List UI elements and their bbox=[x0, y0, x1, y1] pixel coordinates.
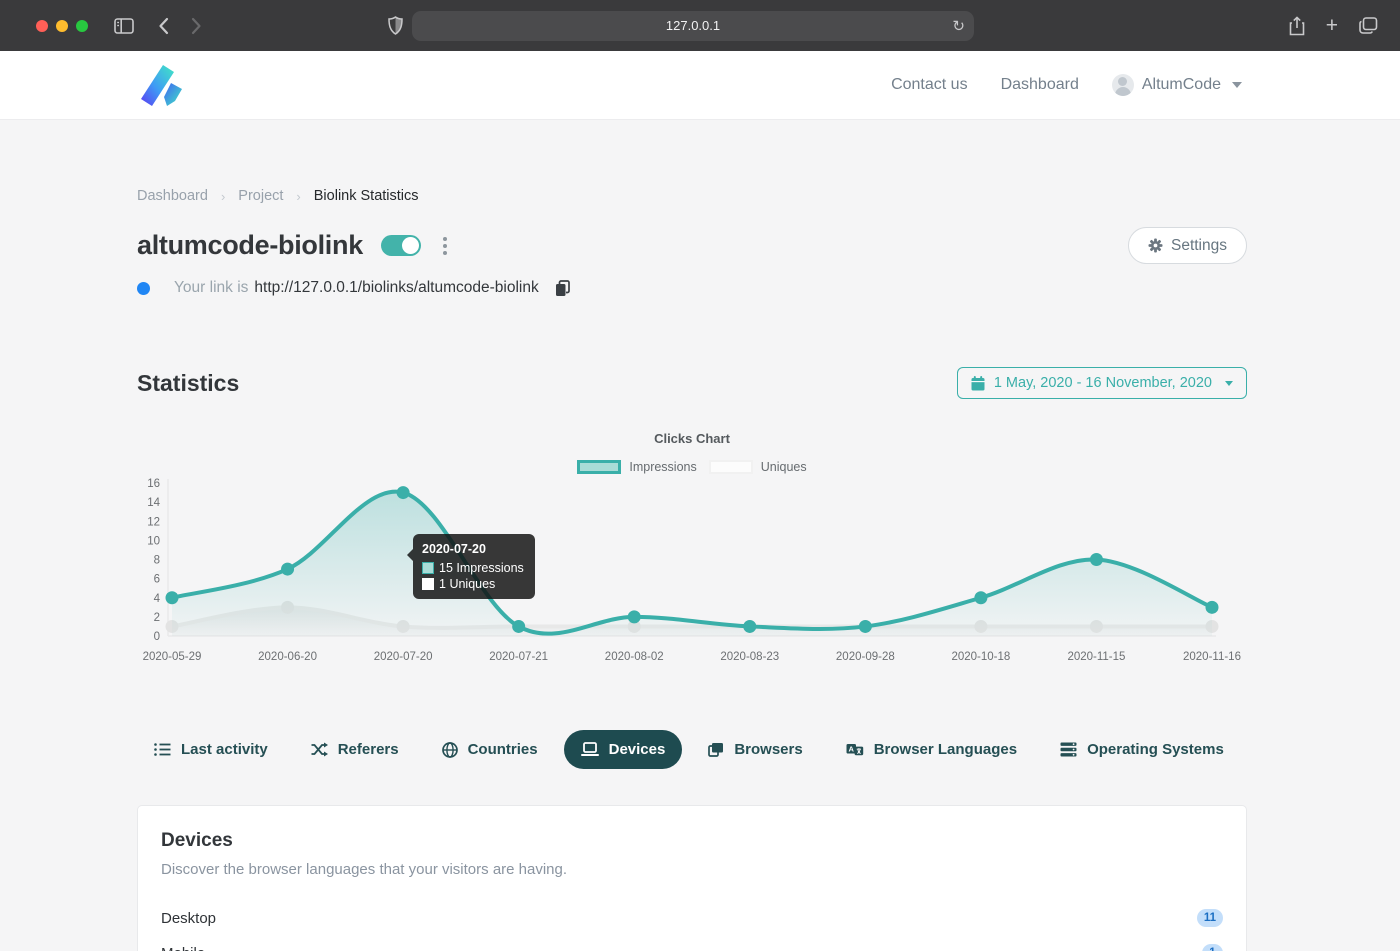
altumcode-logo[interactable] bbox=[137, 61, 186, 110]
tab-countries[interactable]: Countries bbox=[425, 730, 555, 769]
chart-title: Clicks Chart bbox=[137, 431, 1247, 446]
status-dot bbox=[137, 282, 150, 295]
uniques-swatch bbox=[709, 460, 753, 474]
tab-browsers[interactable]: Browsers bbox=[691, 730, 819, 769]
devices-card-title: Devices bbox=[161, 830, 1223, 852]
translate-icon: A bbox=[846, 742, 864, 757]
breadcrumb-dashboard[interactable]: Dashboard bbox=[137, 188, 208, 204]
statistics-tabs: Last activity Referers Countries Devices… bbox=[137, 730, 1247, 769]
svg-text:2020-06-20: 2020-06-20 bbox=[258, 651, 317, 663]
impressions-swatch bbox=[577, 460, 621, 474]
nav-dashboard[interactable]: Dashboard bbox=[1001, 76, 1079, 94]
tab-devices[interactable]: Devices bbox=[564, 730, 683, 769]
settings-label: Settings bbox=[1171, 237, 1227, 255]
url-text: 127.0.0.1 bbox=[666, 18, 720, 33]
legend-item-impressions[interactable]: Impressions bbox=[577, 460, 696, 474]
svg-text:2: 2 bbox=[154, 612, 160, 624]
tab-referers[interactable]: Referers bbox=[294, 730, 416, 769]
svg-text:A: A bbox=[848, 745, 854, 754]
devices-card: Devices Discover the browser languages t… bbox=[137, 805, 1247, 951]
svg-text:2020-11-16: 2020-11-16 bbox=[1183, 651, 1241, 663]
date-range-picker[interactable]: 1 May, 2020 - 16 November, 2020 bbox=[957, 367, 1247, 399]
tab-operating-systems[interactable]: Operating Systems bbox=[1043, 730, 1241, 769]
forward-icon[interactable] bbox=[191, 17, 202, 35]
svg-text:8: 8 bbox=[154, 555, 160, 567]
minimize-window-button[interactable] bbox=[56, 20, 68, 32]
svg-text:16: 16 bbox=[147, 478, 160, 490]
user-name: AltumCode bbox=[1142, 76, 1221, 94]
svg-text:2020-09-28: 2020-09-28 bbox=[836, 651, 895, 663]
sidebar-icon[interactable] bbox=[114, 18, 134, 34]
more-options-icon[interactable] bbox=[439, 235, 451, 257]
tab-last-activity[interactable]: Last activity bbox=[137, 730, 285, 769]
close-window-button[interactable] bbox=[36, 20, 48, 32]
toggle-knob bbox=[402, 237, 419, 254]
svg-text:4: 4 bbox=[154, 593, 161, 605]
svg-text:2020-07-20: 2020-07-20 bbox=[374, 651, 433, 663]
copy-icon[interactable] bbox=[555, 280, 570, 297]
devices-card-subtitle: Discover the browser languages that your… bbox=[161, 861, 1223, 878]
svg-text:10: 10 bbox=[147, 535, 160, 547]
chevron-right-icon: › bbox=[296, 189, 300, 204]
svg-text:2020-07-21: 2020-07-21 bbox=[489, 651, 548, 663]
clicks-chart: Clicks Chart Impressions Uniques 0 2 4 6 8 10… bbox=[137, 431, 1247, 678]
svg-text:14: 14 bbox=[147, 497, 160, 509]
svg-text:2020-05-29: 2020-05-29 bbox=[143, 651, 202, 663]
back-icon[interactable] bbox=[158, 17, 169, 35]
user-menu[interactable]: AltumCode bbox=[1112, 74, 1242, 96]
nav-contact-us[interactable]: Contact us bbox=[891, 76, 967, 94]
zoom-window-button[interactable] bbox=[76, 20, 88, 32]
settings-button[interactable]: Settings bbox=[1128, 227, 1247, 264]
laptop-icon bbox=[581, 742, 599, 757]
tab-browser-languages[interactable]: A Browser Languages bbox=[829, 730, 1034, 769]
link-label: Your link is bbox=[174, 279, 248, 297]
list-icon bbox=[154, 742, 171, 757]
avatar bbox=[1112, 74, 1134, 96]
biolink-url[interactable]: http://127.0.0.1/biolinks/altumcode-biol… bbox=[254, 279, 538, 297]
svg-text:0: 0 bbox=[154, 631, 160, 643]
new-tab-icon[interactable]: + bbox=[1326, 15, 1338, 36]
chart-tooltip: 2020-07-20 15 Impressions 1 Uniques bbox=[413, 534, 535, 599]
globe-icon bbox=[442, 742, 458, 758]
device-row-desktop: Desktop 11 bbox=[161, 902, 1223, 934]
calendar-icon bbox=[971, 376, 985, 391]
svg-text:12: 12 bbox=[147, 516, 160, 528]
date-range-label: 1 May, 2020 - 16 November, 2020 bbox=[994, 375, 1212, 391]
desktop-count-badge: 11 bbox=[1197, 909, 1223, 927]
clicks-chart-svg: 0 2 4 6 8 10 12 14 16 2020-05-29 2020-06-20 2020-07… bbox=[137, 478, 1247, 678]
mobile-count-badge: 1 bbox=[1202, 944, 1223, 951]
site-header: Contact us Dashboard AltumCode bbox=[0, 51, 1400, 120]
svg-text:2020-10-18: 2020-10-18 bbox=[951, 651, 1010, 663]
window-controls bbox=[36, 20, 88, 32]
breadcrumb-current: Biolink Statistics bbox=[314, 188, 419, 204]
svg-text:2020-08-02: 2020-08-02 bbox=[605, 651, 664, 663]
tab-overview-icon[interactable] bbox=[1359, 17, 1378, 34]
svg-text:2020-11-15: 2020-11-15 bbox=[1067, 651, 1125, 663]
svg-text:6: 6 bbox=[154, 574, 160, 586]
chevron-right-icon: › bbox=[221, 189, 225, 204]
chevron-down-icon bbox=[1232, 82, 1242, 88]
share-icon[interactable] bbox=[1289, 16, 1305, 36]
chart-plot-area[interactable]: 0 2 4 6 8 10 12 14 16 2020-05-29 2020-06-20 2020-07… bbox=[137, 478, 1247, 678]
address-bar[interactable]: 127.0.0.1 ↻ bbox=[412, 11, 974, 41]
chart-legend: Impressions Uniques bbox=[137, 460, 1247, 474]
breadcrumb: Dashboard › Project › Biolink Statistics bbox=[137, 188, 1247, 204]
tooltip-uniques-swatch bbox=[422, 578, 434, 590]
chevron-down-icon bbox=[1225, 381, 1233, 386]
reload-icon[interactable]: ↻ bbox=[952, 17, 965, 35]
device-row-mobile: Mobile 1 bbox=[161, 937, 1223, 951]
legend-item-uniques[interactable]: Uniques bbox=[709, 460, 807, 474]
svg-text:2020-08-23: 2020-08-23 bbox=[720, 651, 779, 663]
page-title: altumcode-biolink bbox=[137, 230, 363, 261]
enabled-toggle[interactable] bbox=[381, 235, 421, 256]
browser-window-icon bbox=[708, 742, 724, 757]
shuffle-icon bbox=[311, 742, 328, 757]
statistics-heading: Statistics bbox=[137, 370, 239, 397]
shield-icon[interactable] bbox=[388, 16, 403, 35]
browser-chrome: 127.0.0.1 ↻ + bbox=[0, 0, 1400, 51]
gear-icon bbox=[1148, 238, 1163, 253]
tooltip-impressions-swatch bbox=[422, 562, 434, 574]
breadcrumb-project[interactable]: Project bbox=[238, 188, 283, 204]
server-stack-icon bbox=[1060, 742, 1077, 757]
